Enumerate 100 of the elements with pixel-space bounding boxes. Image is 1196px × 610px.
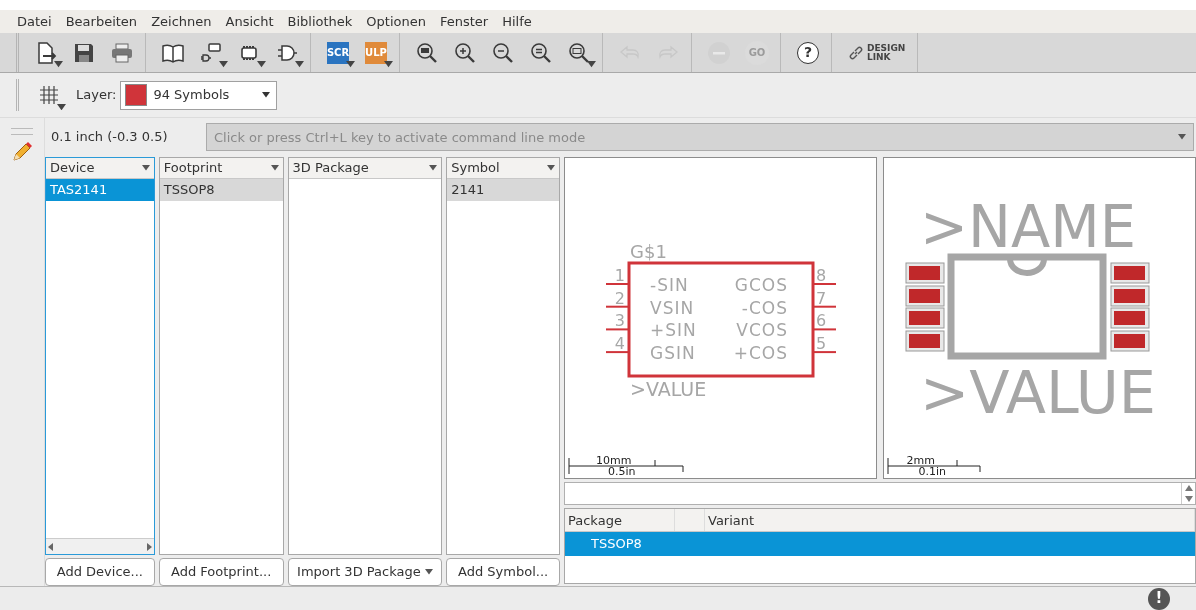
caret-icon xyxy=(262,92,271,98)
menu-item[interactable]: Bearbeiten xyxy=(58,10,145,33)
drag-handle[interactable] xyxy=(11,128,33,135)
smd-pad xyxy=(1110,285,1150,307)
package-name: >NAME xyxy=(920,193,1139,261)
caret-icon xyxy=(587,61,596,68)
pin-name: +SIN xyxy=(650,320,697,341)
scale-label: 0.1in xyxy=(918,465,947,478)
zoom-icon xyxy=(529,40,553,65)
pin-line xyxy=(812,351,837,354)
caret-icon xyxy=(346,61,355,68)
design-link-button[interactable]: DESIGN LINK xyxy=(842,35,912,70)
grid-icon xyxy=(38,84,60,106)
zoom-out-icon xyxy=(491,40,515,65)
menu-item[interactable]: Datei xyxy=(10,10,59,33)
list-action-button[interactable]: Add Device... xyxy=(45,558,155,586)
caret-icon xyxy=(141,165,150,171)
column-header[interactable]: Device xyxy=(46,158,154,179)
list-item[interactable]: TSSOP8 xyxy=(159,179,283,201)
pin-number: 6 xyxy=(816,311,827,331)
pin-name: GCOS xyxy=(734,275,788,295)
pin-number: 4 xyxy=(614,334,625,354)
scale-label: 2mm xyxy=(906,454,935,467)
caret-icon xyxy=(270,165,279,171)
pin-line xyxy=(605,328,630,331)
symbol-value: >VALUE xyxy=(630,378,707,400)
pin-number: 1 xyxy=(614,266,625,285)
caret-icon xyxy=(295,61,304,68)
smd-pad xyxy=(1110,307,1150,329)
smd-pad xyxy=(1110,330,1150,352)
menu-item[interactable]: Zeichnen xyxy=(144,10,219,33)
pin-line xyxy=(605,305,630,308)
pin-number: 8 xyxy=(816,266,827,285)
description-field[interactable] xyxy=(564,482,1196,505)
pin-line xyxy=(605,351,630,354)
column-header[interactable]: Symbol xyxy=(447,158,559,179)
pin-name: -SIN xyxy=(650,275,689,295)
scale-label: 0.5in xyxy=(608,465,636,478)
smd-pad xyxy=(905,262,945,284)
zoom-fit-icon xyxy=(415,40,439,65)
pin-number: 7 xyxy=(816,288,827,308)
device-icon xyxy=(199,40,223,65)
pin-line xyxy=(812,283,837,285)
horizontal-scrollbar[interactable] xyxy=(46,538,154,554)
caret-icon xyxy=(424,569,433,575)
scroll-left-icon[interactable] xyxy=(46,541,56,552)
smd-pad xyxy=(905,285,945,307)
pencil-icon[interactable] xyxy=(11,141,33,163)
menu-item[interactable]: Hilfe xyxy=(495,10,539,33)
grid-size-label: 0.1 inch (-0.3 0.5) xyxy=(51,128,169,147)
link-icon xyxy=(848,44,864,61)
caret-icon xyxy=(57,103,66,110)
pin-name: VCOS xyxy=(736,320,788,341)
smd-pad xyxy=(905,307,945,329)
column-header[interactable]: Package xyxy=(565,509,675,531)
pin-name: VSIN xyxy=(650,297,695,318)
pin-line xyxy=(812,305,837,308)
scale-label: 10mm xyxy=(596,454,632,467)
smd-pad xyxy=(905,330,945,352)
spin-up-icon[interactable] xyxy=(1184,485,1193,492)
caret-icon xyxy=(54,61,63,68)
pin-name: +COS xyxy=(733,343,788,364)
layer-label: Layer: xyxy=(76,86,117,105)
printer-icon xyxy=(110,40,134,65)
caret-icon xyxy=(257,61,266,68)
pin-number: 2 xyxy=(614,288,625,308)
list-action-button[interactable]: Import 3D Package xyxy=(287,558,443,586)
spin-down-icon[interactable] xyxy=(1184,495,1193,502)
caret-icon xyxy=(1178,134,1186,140)
layer-select[interactable]: 94 Symbols xyxy=(120,80,278,110)
pin-name: -COS xyxy=(741,297,788,318)
caret-icon xyxy=(219,61,228,68)
pin-number: 3 xyxy=(614,311,625,331)
menu-item[interactable]: Optionen xyxy=(359,10,433,33)
script-button[interactable]: SCR xyxy=(321,35,355,70)
command-line-field[interactable]: Click or press Ctrl+L key to activate command line mode xyxy=(206,123,1194,151)
zoom-window-icon xyxy=(567,40,591,65)
package-value: >VALUE xyxy=(920,359,1153,427)
pin-name: GSIN xyxy=(650,343,696,364)
pin-number: 5 xyxy=(816,334,827,354)
caret-icon xyxy=(547,165,555,171)
symbol-name: G$1 xyxy=(630,241,667,262)
smd-pad xyxy=(1110,262,1150,284)
pin-line xyxy=(812,328,837,331)
menu-item[interactable]: Bibliothek xyxy=(280,10,360,33)
menu-item[interactable]: Ansicht xyxy=(218,10,281,33)
list-item[interactable]: 2141 xyxy=(447,179,559,201)
column-header[interactable]: 3D Package xyxy=(288,158,442,179)
list-action-button[interactable]: Add Footprint... xyxy=(158,558,284,586)
caret-icon xyxy=(429,165,438,171)
caret-icon xyxy=(384,61,393,68)
stop-icon xyxy=(707,40,731,65)
column-header[interactable]: Footprint xyxy=(159,158,283,179)
alert-icon[interactable]: ! xyxy=(1148,587,1170,610)
list-action-button[interactable]: Add Symbol... xyxy=(446,558,560,586)
zoom-in-icon xyxy=(453,40,477,65)
help-button[interactable]: ? xyxy=(791,35,825,70)
menu-item[interactable]: Fenster xyxy=(433,10,496,33)
pin-line xyxy=(605,283,630,285)
column-header[interactable]: Variant xyxy=(705,509,1195,531)
